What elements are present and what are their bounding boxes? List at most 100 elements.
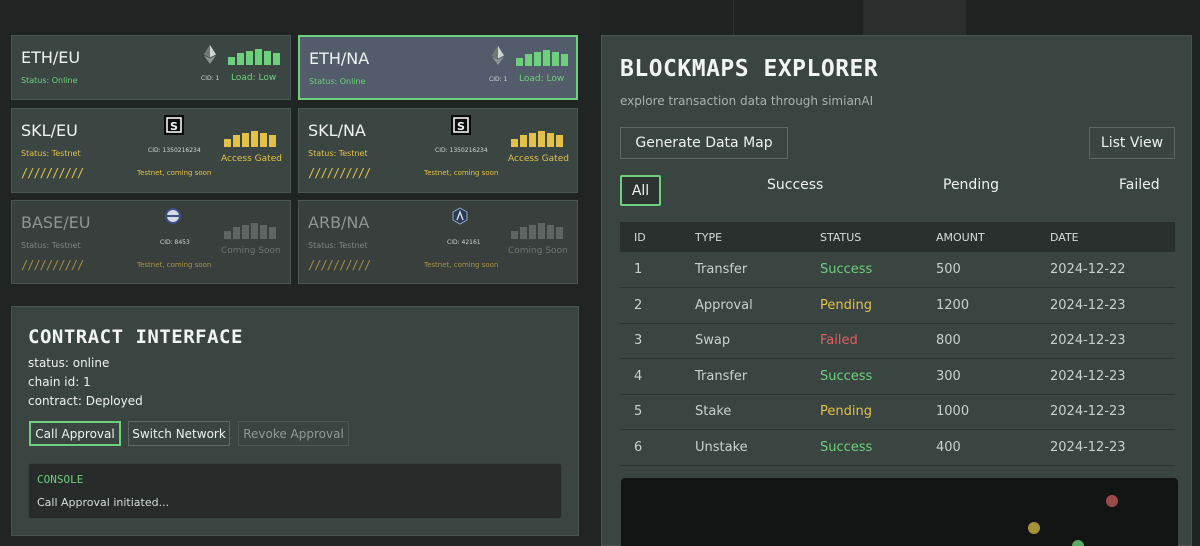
load-bar [516, 58, 523, 66]
filter-success-tab[interactable]: Success [767, 177, 823, 193]
call-approval-button[interactable]: Call Approval [29, 421, 121, 446]
server-name: BASE/EU [21, 213, 91, 232]
switch-network-button[interactable]: Switch Network [128, 421, 230, 446]
load-bar [273, 53, 280, 65]
server-card-base-eu[interactable]: BASE/EU Status: Testnet CID: 8453 Coming So… [11, 200, 291, 284]
cell-amount: 1000 [936, 394, 1050, 430]
load-bar [534, 52, 541, 66]
load-bar [251, 131, 258, 147]
column-header-date: DATE [1050, 230, 1079, 244]
load-bar [228, 57, 235, 65]
server-card-skl-eu[interactable]: SKL/EU Status: Testnet S CID: 1350216234 Acc… [11, 108, 291, 193]
filter-failed-tab[interactable]: Failed [1119, 177, 1160, 193]
contract-title: CONTRACT INTERFACE [28, 326, 243, 348]
cell-type: Transfer [695, 252, 820, 288]
server-chain-id: CID: 1 [489, 76, 508, 83]
base-icon [164, 207, 182, 225]
arbitrum-icon [451, 207, 469, 225]
table-row[interactable]: 1 Transfer Success 500 2024-12-22 [620, 252, 1175, 288]
cell-date: 2024-12-23 [1050, 358, 1175, 395]
contract-status: status: online [28, 356, 110, 370]
server-status: Status: Testnet [308, 241, 368, 250]
console-message: Call Approval initiated... [37, 496, 170, 509]
table-header-row: ID TYPE STATUS AMOUNT DATE [620, 222, 1175, 252]
revoke-approval-button[interactable]: Revoke Approval [238, 421, 349, 446]
load-bar [511, 231, 518, 239]
filter-pending-tab[interactable]: Pending [943, 177, 999, 193]
server-status: Status: Testnet [21, 241, 81, 250]
map-node-green[interactable] [1072, 540, 1084, 546]
server-status: Status: Testnet [21, 149, 81, 158]
server-card-eth-eu[interactable]: ETH/EU Status: Online CID: 1 Load: Low [11, 35, 291, 100]
load-bar [520, 135, 527, 147]
load-bar [556, 135, 563, 147]
load-bar [547, 133, 554, 147]
server-load: Access Gated [221, 154, 282, 164]
server-card-eth-na[interactable]: ETH/NA Status: Online CID: 1 Load: Low [298, 35, 578, 100]
load-bars [511, 131, 563, 147]
ethereum-icon [204, 45, 216, 64]
load-bar [242, 133, 249, 147]
cell-date: 2024-12-23 [1050, 429, 1175, 466]
cell-date: 2024-12-23 [1050, 287, 1175, 324]
load-bar [255, 49, 262, 65]
cell-id: 2 [620, 287, 695, 324]
server-status: Status: Online [309, 77, 366, 86]
cell-type: Transfer [695, 358, 820, 395]
console-title: CONSOLE [37, 473, 84, 486]
list-view-button[interactable]: List View [1089, 127, 1175, 159]
load-bar [224, 231, 231, 239]
load-bars [511, 223, 563, 239]
generate-data-map-button[interactable]: Generate Data Map [620, 127, 788, 159]
table-row[interactable]: 3 Swap Failed 800 2024-12-23 [620, 323, 1175, 359]
column-header-id: ID [634, 230, 646, 244]
contract-interface-panel: CONTRACT INTERFACE status: online chain … [11, 306, 579, 536]
map-node-yellow[interactable] [1028, 522, 1040, 534]
table-row[interactable]: 5 Stake Pending 1000 2024-12-23 [620, 394, 1175, 430]
server-card-skl-na[interactable]: SKL/NA Status: Testnet S CID: 1350216234 Acc… [298, 108, 578, 193]
table-row[interactable]: 4 Transfer Success 300 2024-12-23 [620, 358, 1175, 395]
server-note: Testnet, coming soon [137, 169, 212, 177]
load-bar [260, 225, 267, 239]
skale-icon: S [451, 115, 471, 135]
server-load: Access Gated [508, 154, 569, 164]
server-chain-id: CID: 42161 [447, 239, 481, 246]
load-bar [269, 135, 276, 147]
table-row[interactable]: 2 Approval Pending 1200 2024-12-23 [620, 287, 1175, 324]
server-card-arb-na[interactable]: ARB/NA Status: Testnet CID: 42161 Coming So… [298, 200, 578, 284]
cell-status: Success [820, 429, 936, 466]
server-name: ETH/EU [21, 48, 81, 67]
load-bar [525, 54, 532, 66]
server-load: Coming Soon [221, 246, 281, 256]
load-bar [547, 225, 554, 239]
cell-amount: 500 [936, 252, 1050, 288]
cell-id: 5 [620, 394, 695, 430]
server-name: ETH/NA [309, 49, 370, 68]
contract-deployed: contract: Deployed [28, 394, 143, 408]
explorer-panel: BLOCKMAPS EXPLORER explore transaction d… [601, 35, 1192, 546]
server-note: Testnet, coming soon [424, 169, 499, 177]
load-bar [264, 51, 271, 65]
hazard-stripes: ////////// [21, 166, 84, 180]
load-bar [561, 54, 568, 66]
explorer-title: BLOCKMAPS EXPLORER [620, 56, 879, 82]
server-note: Testnet, coming soon [137, 261, 212, 269]
map-node-red[interactable] [1106, 495, 1118, 507]
load-bar [237, 53, 244, 65]
column-header-type: TYPE [695, 230, 723, 244]
load-bars [516, 50, 568, 66]
cell-type: Stake [695, 394, 820, 430]
cell-status: Pending [820, 287, 936, 324]
server-chain-id: CID: 1350216234 [435, 147, 488, 154]
data-map-canvas[interactable] [621, 478, 1178, 546]
load-bar [511, 139, 518, 147]
server-status: Status: Online [21, 76, 78, 85]
load-bar [543, 50, 550, 66]
server-name: SKL/NA [308, 121, 366, 140]
cell-date: 2024-12-23 [1050, 323, 1175, 359]
filter-all-tab[interactable]: All [620, 175, 661, 206]
load-bar [251, 223, 258, 239]
table-row[interactable]: 6 Unstake Success 400 2024-12-23 [620, 429, 1175, 466]
load-bars [224, 223, 276, 239]
load-bar [520, 227, 527, 239]
